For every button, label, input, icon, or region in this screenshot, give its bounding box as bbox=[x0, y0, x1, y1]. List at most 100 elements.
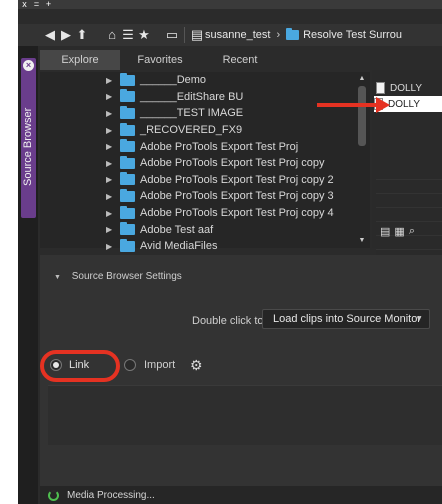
expand-arrow-icon[interactable]: ▶ bbox=[106, 76, 112, 85]
tree-row[interactable]: ▶ Adobe ProTools Export Test Proj copy bbox=[40, 155, 370, 172]
tree-row[interactable]: ▶ Adobe ProTools Export Test Proj copy 4 bbox=[40, 205, 370, 222]
folder-icon bbox=[120, 89, 135, 103]
tree-row[interactable]: ▶ ______Demo bbox=[40, 72, 370, 89]
annotation-highlight-ring bbox=[40, 350, 120, 382]
file-label: DOLLY bbox=[388, 98, 421, 110]
folder-icon bbox=[120, 238, 135, 252]
tab-explore[interactable]: Explore bbox=[40, 50, 120, 70]
tree-row[interactable]: ▶ Adobe Test aaf bbox=[40, 221, 370, 238]
sidebar: × Source Browser bbox=[18, 46, 38, 504]
file-item[interactable]: DOLLY bbox=[376, 80, 442, 96]
view-mode-toolbar: ▤ ▦ ⌕ bbox=[372, 222, 442, 240]
tree-row-label: Adobe ProTools Export Test Proj copy 3 bbox=[140, 190, 334, 203]
import-radio[interactable] bbox=[124, 359, 136, 371]
expand-arrow-icon[interactable]: ▶ bbox=[106, 192, 112, 201]
tree-row-label: Adobe ProTools Export Test Proj copy 2 bbox=[140, 173, 334, 186]
tree-row-label: ______Demo bbox=[140, 74, 207, 87]
tree-row[interactable]: ▶ Adobe ProTools Export Test Proj bbox=[40, 138, 370, 155]
gear-icon[interactable]: ⚙ bbox=[190, 357, 203, 373]
file-label: DOLLY bbox=[390, 82, 423, 94]
annotation-arrow-head bbox=[376, 97, 390, 113]
app-window: x = + ◀ ▶ ⬆ ⌂ ☰ ★ ▭ ▤ susanne_test › Res… bbox=[18, 0, 442, 504]
tree-row-label: _RECOVERED_FX9 bbox=[140, 124, 243, 137]
list-view-icon[interactable]: ▤ bbox=[380, 225, 390, 238]
tree-row[interactable]: ▶ Avid MediaFiles bbox=[40, 238, 370, 255]
breadcrumb-item-susanne-test[interactable]: susanne_test bbox=[205, 29, 270, 41]
import-label: Import bbox=[144, 359, 176, 371]
tree-row-label: Adobe Test aaf bbox=[140, 223, 214, 236]
folder-icon bbox=[120, 122, 135, 136]
expand-arrow-icon[interactable]: ▶ bbox=[106, 175, 112, 184]
back-icon[interactable]: ◀ bbox=[42, 24, 58, 46]
list-icon[interactable]: ☰ bbox=[120, 24, 136, 46]
expand-arrow-icon[interactable]: ▶ bbox=[106, 209, 112, 218]
close-icon[interactable]: × bbox=[23, 60, 34, 71]
home-icon[interactable]: ⌂ bbox=[104, 24, 120, 46]
search-icon[interactable]: ⌕ bbox=[409, 225, 415, 238]
forward-icon[interactable]: ▶ bbox=[58, 24, 74, 46]
tree-row-label: Avid MediaFiles bbox=[140, 240, 218, 253]
expand-arrow-icon[interactable]: ▶ bbox=[106, 242, 112, 251]
expand-arrow-icon[interactable]: ▶ bbox=[106, 109, 112, 118]
annotation-arrow bbox=[317, 103, 381, 107]
tree-row-label: Adobe ProTools Export Test Proj bbox=[140, 140, 299, 153]
window-title-strip: x = + bbox=[18, 0, 442, 9]
add-window-icon[interactable]: + bbox=[44, 0, 53, 9]
double-click-dropdown[interactable]: Load clips into Source Monitor ▼ bbox=[262, 309, 430, 329]
expand-arrow-icon[interactable]: ▶ bbox=[106, 142, 112, 151]
grid-view-icon[interactable]: ▦ bbox=[394, 225, 404, 238]
tree-row-label: ______TEST IMAGE bbox=[140, 107, 244, 120]
folder-icon bbox=[120, 172, 135, 186]
breadcrumb: ▤ susanne_test › Resolve Test Surrou bbox=[189, 24, 402, 46]
import-option[interactable]: Import bbox=[124, 359, 194, 371]
source-browser-label: Source Browser bbox=[22, 107, 34, 187]
close-window-icon[interactable]: x bbox=[20, 0, 29, 9]
source-browser-tab[interactable]: × Source Browser bbox=[21, 58, 36, 218]
toolbar-divider bbox=[184, 27, 185, 43]
expand-arrow-icon[interactable]: ▶ bbox=[106, 225, 112, 234]
folder-icon bbox=[120, 205, 135, 219]
expand-arrow-icon[interactable]: ▶ bbox=[106, 159, 112, 168]
status-text: Media Processing... bbox=[67, 489, 155, 501]
up-icon[interactable]: ⬆ bbox=[74, 24, 90, 46]
document-icon bbox=[376, 82, 385, 94]
menu-window-icon[interactable]: = bbox=[32, 0, 41, 9]
status-bar: Media Processing... bbox=[40, 486, 442, 504]
browser-tabs: Explore Favorites Recent bbox=[40, 50, 360, 70]
expand-arrow-icon[interactable]: ▶ bbox=[106, 126, 112, 135]
collapse-triangle-icon[interactable]: ▼ bbox=[54, 274, 61, 281]
folder-icon bbox=[120, 139, 135, 153]
star-icon[interactable]: ★ bbox=[136, 24, 152, 46]
tree-row[interactable]: ▶ Adobe ProTools Export Test Proj copy 2 bbox=[40, 172, 370, 189]
tree-row[interactable]: ▶ Adobe ProTools Export Test Proj copy 3 bbox=[40, 188, 370, 205]
tree-row-label: Adobe ProTools Export Test Proj copy 4 bbox=[140, 207, 334, 220]
options-area bbox=[48, 385, 442, 445]
double-click-value: Load clips into Source Monitor bbox=[273, 313, 421, 325]
scroll-thumb[interactable] bbox=[358, 86, 366, 146]
folder-icon bbox=[120, 105, 135, 119]
settings-title: Source Browser Settings bbox=[71, 271, 182, 282]
expand-arrow-icon[interactable]: ▶ bbox=[106, 92, 112, 101]
computer-icon: ▤ bbox=[190, 27, 204, 42]
navigation-toolbar: ◀ ▶ ⬆ ⌂ ☰ ★ ▭ ▤ susanne_test › Resolve T… bbox=[18, 24, 442, 46]
tree-row-label: ______EditShare BU bbox=[140, 90, 244, 103]
scroll-up-icon[interactable]: ▲ bbox=[356, 74, 368, 84]
tree-row[interactable]: ▶ _RECOVERED_FX9 bbox=[40, 122, 370, 139]
tab-recent[interactable]: Recent bbox=[200, 50, 280, 70]
folder-icon bbox=[120, 188, 135, 202]
chevron-right-icon: › bbox=[276, 29, 281, 41]
double-click-label: Double click to: bbox=[192, 315, 267, 327]
progress-spinner-icon bbox=[48, 489, 59, 501]
breadcrumb-item-resolve-test[interactable]: Resolve Test Surrou bbox=[303, 29, 402, 41]
drive-icon[interactable]: ▭ bbox=[164, 24, 180, 46]
folder-tree: ▶ ______Demo ▶ ______EditShare BU ▶ ______TES… bbox=[40, 72, 370, 252]
file-list-empty-rows bbox=[376, 166, 442, 256]
folder-icon bbox=[120, 72, 135, 86]
tab-favorites[interactable]: Favorites bbox=[120, 50, 200, 70]
folder-icon bbox=[120, 155, 135, 169]
settings-header[interactable]: ▼ Source Browser Settings bbox=[54, 271, 182, 282]
scroll-down-icon[interactable]: ▼ bbox=[356, 236, 368, 246]
tree-row[interactable]: ▶ ______TEST IMAGE bbox=[40, 105, 370, 122]
folder-icon bbox=[286, 28, 300, 40]
tree-scrollbar[interactable]: ▲ ▼ bbox=[356, 72, 368, 248]
